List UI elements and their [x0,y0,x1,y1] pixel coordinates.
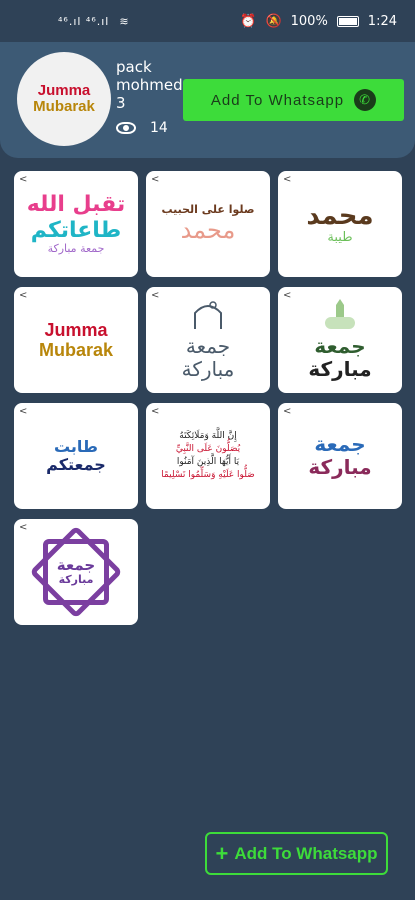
sticker-art: جمعة مباركة [308,433,371,479]
sticker-tile[interactable]: < طابت جمعتكم [14,403,138,509]
sticker-art: تقبل الله طاعاتكم جمعة مباركة [27,192,126,255]
share-icon[interactable]: < [19,291,27,301]
sticker-tile[interactable]: < جمعة مباركة [278,287,402,393]
view-count-value: 14 [150,120,168,136]
sticker-art: جمعة مباركة [56,556,96,587]
sticker-tile[interactable]: < جمعة مباركة [14,519,138,625]
sticker-art: طابت جمعتكم [46,436,106,475]
sticker-text: طابت [53,436,98,456]
sticker-text: جمعة [185,334,231,359]
sticker-art: إِنَّ اللَّهَ وَمَلَائِكَتَهُ يُصَلُّونَ… [161,430,255,482]
status-right: ⏰ 🔕 100% 1:24 [240,14,397,29]
sticker-text: صَلُّوا عَلَيْهِ وَسَلِّمُوا تَسْلِيمًا [161,470,255,480]
sticker-text: مباركة [58,573,94,587]
sticker-art: محمد طيبة [306,200,374,247]
sticker-text: مباركة [308,357,372,382]
view-count: 14 [116,120,168,136]
pack-title-line1: pack [116,58,152,76]
share-icon[interactable]: < [283,291,291,301]
minaret-icon [325,298,355,329]
sticker-text: طيبة [327,230,353,246]
sticker-text: تقبل الله [26,192,126,218]
pack-title-line3: 3 [116,94,126,112]
share-icon[interactable]: < [19,175,27,185]
battery-percent: 100% [290,13,328,29]
mute-icon: 🔕 [265,13,282,29]
sticker-text: يُصَلُّونَ عَلَى النَّبِيِّ [175,444,241,454]
share-icon[interactable]: < [151,407,159,417]
sticker-tile[interactable]: < جمعة مباركة [278,403,402,509]
signal-indicators: ⁴⁶.ıl ⁴⁶.ıl ≋ [58,15,130,28]
mosque-icon [194,301,222,329]
sticker-tile[interactable]: < جمعة مباركة [146,287,270,393]
plus-icon: + [215,840,229,866]
share-icon[interactable]: < [151,291,159,301]
sticker-tile[interactable]: < صلوا على الحبيب محمد [146,171,270,277]
signal-icon: ⁴⁶.ıl ⁴⁶.ıl [58,14,110,28]
sticker-art: Jumma Mubarak [39,320,113,360]
add-to-whatsapp-bottom-label: Add To Whatsapp [234,843,378,863]
sticker-text: جمعة مباركة [47,241,105,255]
battery-icon [336,15,359,27]
add-to-whatsapp-button[interactable]: Add To Whatsapp ✆ [183,79,404,121]
sticker-text: Mubarak [38,340,114,360]
sticker-text: صلوا على الحبيب [161,202,255,216]
share-icon[interactable]: < [151,175,159,185]
sticker-text: جمعة [56,556,96,575]
sticker-text: جمعة [314,432,366,456]
sticker-art: صلوا على الحبيب محمد [161,202,255,244]
avatar-text-mubarak: Mubarak [33,98,95,115]
sticker-text: مباركة [181,357,235,382]
status-bar: ⁴⁶.ıl ⁴⁶.ıl ≋ ⏰ 🔕 100% 1:24 [0,0,415,42]
sticker-tile[interactable]: < إِنَّ اللَّهَ وَمَلَائِكَتَهُ يُصَلُّو… [146,403,270,509]
sticker-text: مباركة [308,455,372,479]
add-to-whatsapp-label: Add To Whatsapp [210,91,345,109]
sticker-text: جمعة [314,334,366,359]
sticker-text: محمد [306,200,374,231]
sticker-text: إِنَّ اللَّهَ وَمَلَائِكَتَهُ [179,431,237,441]
share-icon[interactable]: < [19,407,27,417]
sticker-art: جمعة مباركة [308,298,372,382]
wifi-icon: ≋ [119,14,130,28]
sticker-text: محمد [180,215,236,244]
pack-avatar: Jumma Mubarak [17,52,111,146]
share-icon[interactable]: < [283,407,291,417]
add-to-whatsapp-bottom-button[interactable]: + Add To Whatsapp [205,832,388,875]
alarm-icon: ⏰ [240,13,257,29]
whatsapp-icon: ✆ [354,89,377,111]
share-icon[interactable]: < [283,175,291,185]
sticker-text: Jumma [44,320,108,340]
pack-header: Jumma Mubarak pack mohmed 3 14 Add To Wh… [0,42,415,158]
sticker-text: يَا أَيُّهَا الَّذِينَ آمَنُوا [176,457,240,467]
sticker-text: طاعاتكم [30,217,122,243]
clock: 1:24 [367,13,397,29]
sticker-art: جمعة مباركة [181,299,235,382]
sticker-grid: < تقبل الله طاعاتكم جمعة مباركة < صلوا ع… [14,171,402,625]
pack-title-line2: mohmed [116,76,183,94]
avatar-text-jumma: Jumma [37,82,91,99]
share-icon[interactable]: < [19,523,27,533]
sticker-tile[interactable]: < محمد طيبة [278,171,402,277]
star-frame-icon: جمعة مباركة [41,537,111,607]
sticker-text: جمعتكم [46,455,106,474]
eye-icon [116,122,136,134]
sticker-tile[interactable]: < تقبل الله طاعاتكم جمعة مباركة [14,171,138,277]
sticker-tile[interactable]: < Jumma Mubarak [14,287,138,393]
pack-title: pack mohmed 3 [116,58,183,112]
